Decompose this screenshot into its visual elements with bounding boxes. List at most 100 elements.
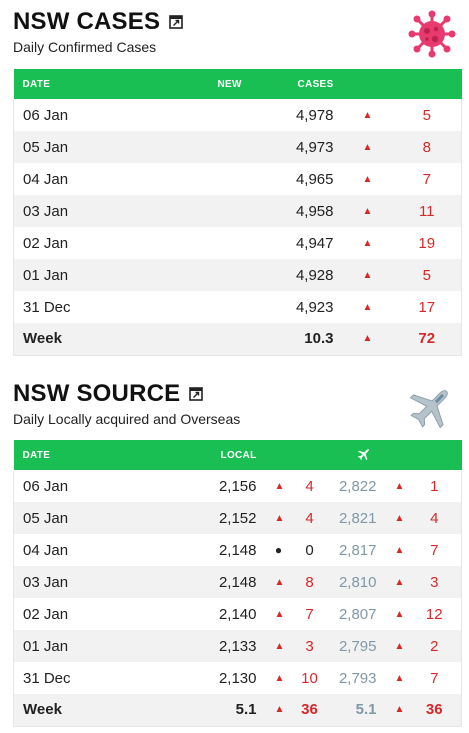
new-cell: [204, 195, 276, 227]
date-cell: 31 Dec: [23, 669, 71, 687]
table-row: 31 Dec 2,130 ▲ 10 2,793 ▲ 7: [13, 662, 462, 694]
new-cell: [204, 99, 276, 131]
local-cell: 2,156: [218, 477, 257, 495]
cases-cell: 4,973: [295, 138, 334, 156]
local-cell: 2,140: [218, 605, 257, 623]
overseas-cell: 2,795: [338, 637, 377, 655]
change-cell: 17: [418, 298, 436, 316]
date-cell: 03 Jan: [23, 202, 69, 220]
week-overseas: 5.1: [355, 701, 377, 719]
overseas-cell: 2,821: [338, 509, 377, 527]
table-row: 01 Jan 4,928 ▲ 5: [13, 259, 462, 291]
plane-icon: [357, 448, 369, 460]
overseas-change-cell: 4: [430, 509, 439, 527]
date-cell: 06 Jan: [23, 106, 69, 124]
table-row: 05 Jan 4,973 ▲ 8: [13, 131, 462, 163]
increase-arrow-icon: ▲: [394, 608, 405, 620]
local-change-cell: 10: [301, 669, 318, 687]
change-cell: 5: [422, 106, 431, 124]
overseas-change-cell: 7: [430, 541, 439, 559]
increase-arrow-icon: ▲: [274, 672, 285, 684]
week-label: Week: [23, 330, 62, 348]
increase-arrow-icon: ▲: [394, 544, 405, 556]
increase-arrow-icon: ▲: [274, 576, 285, 588]
header-local: LOCAL: [220, 449, 257, 461]
date-cell: 06 Jan: [23, 477, 69, 495]
increase-arrow-icon: ▲: [394, 640, 405, 652]
cases-title: NSW CASES: [13, 8, 161, 35]
cases-table: DATE NEW CASES 06 Jan 4,978 ▲ 5 05 Jan 4,973 ▲…: [13, 69, 462, 356]
cases-table-header: DATE NEW CASES: [13, 69, 462, 99]
new-cell: [204, 227, 276, 259]
date-cell: 03 Jan: [23, 573, 69, 591]
date-cell: 02 Jan: [23, 234, 69, 252]
local-cell: 2,152: [218, 509, 257, 527]
table-row: 03 Jan 2,148 ▲ 8 2,810 ▲ 3: [13, 566, 462, 598]
week-local: 5.1: [235, 701, 257, 719]
week-row: Week 5.1 ▲ 36 5.1 ▲ 36: [13, 694, 462, 726]
local-change-cell: 4: [305, 509, 314, 527]
source-title-row: NSW SOURCE: [13, 380, 204, 408]
expand-icon[interactable]: [169, 15, 183, 29]
expand-icon[interactable]: [189, 387, 204, 401]
change-cell: 7: [422, 170, 431, 188]
increase-arrow-icon: ▲: [362, 141, 373, 153]
increase-arrow-icon: ▲: [362, 301, 373, 313]
local-change-cell: 3: [305, 637, 314, 655]
date-cell: 31 Dec: [23, 298, 71, 316]
increase-arrow-icon: ▲: [394, 576, 405, 588]
increase-arrow-icon: ▲: [274, 704, 285, 716]
week-cases: 10.3: [304, 330, 334, 348]
cases-cell: 4,923: [295, 298, 334, 316]
header-cases: CASES: [297, 78, 334, 90]
local-cell: 2,148: [218, 541, 257, 559]
cases-cell: 4,965: [295, 170, 334, 188]
overseas-cell: 2,817: [338, 541, 377, 559]
increase-arrow-icon: ▲: [362, 269, 373, 281]
increase-arrow-icon: ▲: [394, 512, 405, 524]
virus-icon: [408, 10, 456, 58]
week-row: Week 10.3 ▲ 72: [13, 323, 462, 355]
week-overseas-change: 36: [425, 701, 443, 719]
table-row: 04 Jan 2,148 ● 0 2,817 ▲ 7: [13, 534, 462, 566]
table-row: 04 Jan 4,965 ▲ 7: [13, 163, 462, 195]
overseas-change-cell: 7: [430, 669, 439, 687]
cases-cell: 4,978: [295, 106, 334, 124]
local-cell: 2,133: [218, 637, 257, 655]
cases-cell: 4,958: [295, 202, 334, 220]
new-cell: [204, 163, 276, 195]
overseas-cell: 2,793: [338, 669, 377, 687]
date-cell: 05 Jan: [23, 138, 69, 156]
local-change-cell: 4: [305, 477, 314, 495]
increase-arrow-icon: ▲: [362, 205, 373, 217]
cases-cell: 4,928: [295, 266, 334, 284]
table-row: 06 Jan 2,156 ▲ 4 2,822 ▲ 1: [13, 470, 462, 502]
date-cell: 01 Jan: [23, 266, 69, 284]
overseas-change-cell: 3: [430, 573, 439, 591]
overseas-change-cell: 2: [430, 637, 439, 655]
table-row: 01 Jan 2,133 ▲ 3 2,795 ▲ 2: [13, 630, 462, 662]
no-change-dot-icon: ●: [274, 543, 283, 557]
increase-arrow-icon: ▲: [362, 109, 373, 121]
header-date: DATE: [22, 449, 51, 461]
increase-arrow-icon: ▲: [362, 237, 373, 249]
table-row: 02 Jan 2,140 ▲ 7 2,807 ▲ 12: [13, 598, 462, 630]
local-change-cell: 0: [305, 541, 314, 559]
week-change: 72: [418, 330, 436, 348]
change-cell: 11: [418, 202, 435, 220]
change-cell: 5: [422, 266, 431, 284]
plane-icon: [409, 390, 448, 429]
increase-arrow-icon: ▲: [362, 173, 373, 185]
date-cell: 04 Jan: [23, 541, 69, 559]
overseas-change-cell: 1: [430, 477, 439, 495]
new-cell: [204, 323, 276, 355]
overseas-cell: 2,822: [338, 477, 377, 495]
date-cell: 04 Jan: [23, 170, 69, 188]
table-row: 03 Jan 4,958 ▲ 11: [13, 195, 462, 227]
change-cell: 19: [418, 234, 436, 252]
new-cell: [204, 291, 276, 323]
increase-arrow-icon: ▲: [274, 512, 285, 524]
change-cell: 8: [422, 138, 431, 156]
increase-arrow-icon: ▲: [394, 480, 405, 492]
source-table: DATE LOCAL 06 Jan 2,156 ▲ 4 2,822 ▲ 1 05 Jan 2,1…: [13, 440, 462, 727]
